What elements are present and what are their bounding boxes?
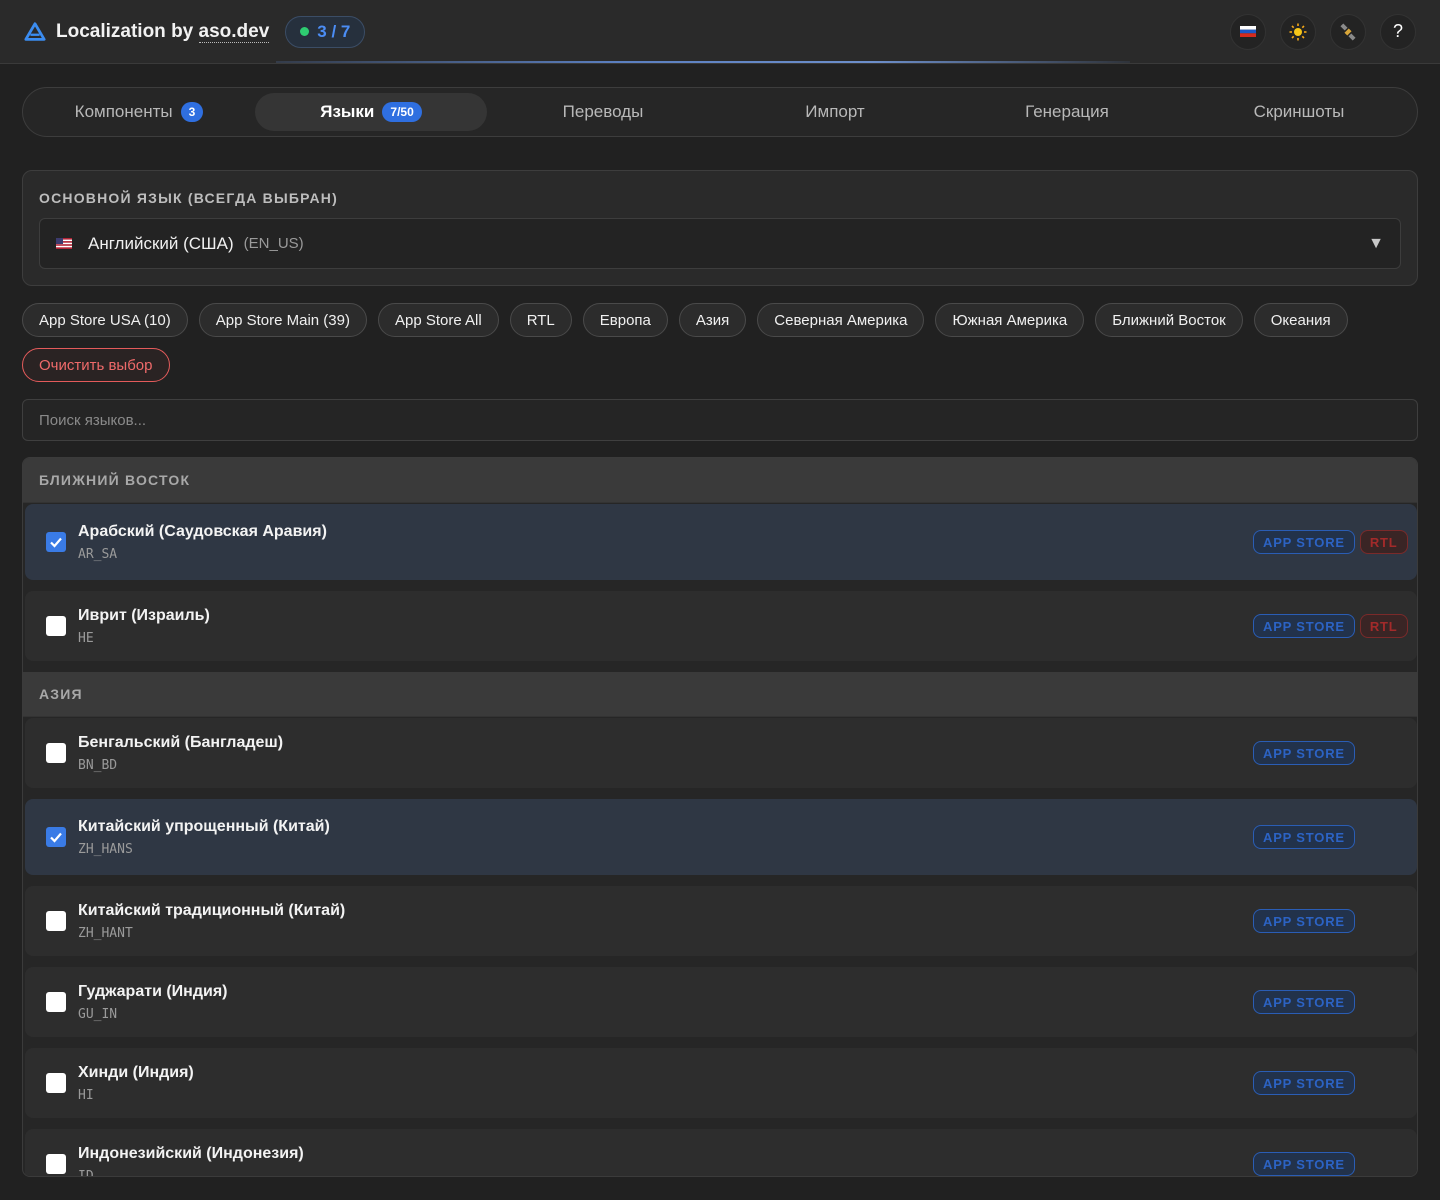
- tab-import[interactable]: Импорт: [719, 93, 951, 131]
- language-name: Иврит (Израиль): [78, 606, 210, 624]
- language-code: ID: [78, 1168, 94, 1177]
- group-header-asia: АЗИЯ: [23, 672, 1417, 717]
- language-checkbox-he[interactable]: [46, 616, 66, 636]
- app-store-badge: APP STORE: [1253, 1152, 1355, 1176]
- brand-link[interactable]: aso.dev: [198, 20, 270, 43]
- primary-language-select[interactable]: Английский (США) (EN_US) ▼: [39, 218, 1401, 269]
- chip-middle-east[interactable]: Ближний Восток: [1095, 303, 1243, 337]
- group-header-middle-east: БЛИЖНИЙ ВОСТОК: [23, 458, 1417, 503]
- app-store-badge: APP STORE: [1253, 1071, 1355, 1095]
- tab-languages[interactable]: Языки 7/50: [255, 93, 487, 131]
- language-name: Арабский (Саудовская Аравия): [78, 522, 327, 540]
- language-row-zh-hant[interactable]: Китайский традиционный (Китай) ZH_HANT A…: [25, 886, 1417, 956]
- status-dot-icon: [300, 27, 310, 36]
- tab-translations[interactable]: Переводы: [487, 93, 719, 131]
- checkmark-icon: [50, 832, 62, 843]
- language-name: Китайский традиционный (Китай): [78, 901, 346, 919]
- language-name: Гуджарати (Индия): [78, 982, 228, 1000]
- satellite-icon: [1340, 22, 1356, 41]
- language-name: Бенгальский (Бангладеш): [78, 733, 284, 751]
- satellite-button[interactable]: [1330, 13, 1366, 50]
- header-progress-line: [276, 61, 1130, 63]
- progress-status-pill: 3 / 7: [285, 15, 366, 48]
- language-row-gu-in[interactable]: Гуджарати (Индия) GU_IN APP STORE: [25, 967, 1417, 1037]
- language-row-zh-hans[interactable]: Китайский упрощенный (Китай) ZH_HANS APP…: [25, 799, 1417, 875]
- app-store-badge: APP STORE: [1253, 990, 1355, 1014]
- language-checkbox-zh-hans[interactable]: [46, 827, 66, 847]
- chip-rtl[interactable]: RTL: [509, 303, 572, 337]
- theme-toggle-button[interactable]: [1280, 13, 1316, 50]
- app-store-badge: APP STORE: [1253, 825, 1355, 849]
- chip-oceania[interactable]: Океания: [1253, 303, 1348, 337]
- tab-components[interactable]: Компоненты 3: [23, 93, 255, 131]
- language-row-hi[interactable]: Хинди (Индия) HI APP STORE: [25, 1048, 1417, 1118]
- preset-chips: App Store USA (10) App Store Main (39) A…: [22, 303, 1422, 382]
- tab-components-badge: 3: [180, 102, 204, 122]
- primary-language-name: Английский (США): [88, 233, 234, 253]
- language-code: HI: [78, 1087, 94, 1103]
- language-name: Китайский упрощенный (Китай): [78, 817, 330, 835]
- chip-south-america[interactable]: Южная Америка: [935, 303, 1085, 337]
- language-code: BN_BD: [78, 757, 118, 773]
- app-title: Localization by aso.dev: [56, 20, 270, 43]
- language-row-id[interactable]: Индонезийский (Индонезия) ID APP STORE: [25, 1129, 1417, 1177]
- chip-app-store-usa[interactable]: App Store USA (10): [22, 303, 188, 337]
- language-code: HE: [78, 630, 94, 646]
- language-checkbox-zh-hant[interactable]: [46, 911, 66, 931]
- app-header: Localization by aso.dev 3 / 7 ?: [0, 0, 1440, 64]
- chip-asia[interactable]: Азия: [678, 303, 747, 337]
- tab-languages-badge: 7/50: [382, 102, 422, 122]
- app-logo-icon: [24, 21, 46, 41]
- language-code: GU_IN: [78, 1006, 118, 1022]
- language-checkbox-bn-bd[interactable]: [46, 743, 66, 763]
- chip-north-america[interactable]: Северная Америка: [757, 303, 925, 337]
- language-list: БЛИЖНИЙ ВОСТОК Арабский (Саудовская Арав…: [22, 457, 1418, 1177]
- language-checkbox-id[interactable]: [46, 1154, 66, 1174]
- language-switch-button[interactable]: [1230, 13, 1266, 50]
- tab-screenshots[interactable]: Скриншоты: [1183, 93, 1415, 131]
- language-code: ZH_HANT: [78, 925, 133, 941]
- primary-language-panel: ОСНОВНОЙ ЯЗЫК (ВСЕГДА ВЫБРАН) Английский…: [22, 170, 1418, 286]
- language-row-he[interactable]: Иврит (Израиль) HE APP STORE RTL: [25, 591, 1417, 661]
- progress-status-text: 3 / 7: [317, 21, 351, 41]
- rtl-badge: RTL: [1359, 614, 1408, 638]
- tab-generation[interactable]: Генерация: [951, 93, 1183, 131]
- language-checkbox-hi[interactable]: [46, 1073, 66, 1093]
- tab-components-label: Компоненты: [74, 102, 173, 121]
- language-name: Индонезийский (Индонезия): [78, 1144, 304, 1162]
- dropdown-arrow-icon: ▼: [1368, 234, 1384, 252]
- app-store-badge: APP STORE: [1253, 741, 1355, 765]
- checkmark-icon: [50, 537, 62, 548]
- clear-selection-button[interactable]: Очистить выбор: [22, 348, 170, 382]
- language-search-input[interactable]: [22, 399, 1418, 441]
- chip-app-store-main[interactable]: App Store Main (39): [198, 303, 367, 337]
- app-store-badge: APP STORE: [1253, 909, 1355, 933]
- chip-europe[interactable]: Европа: [582, 303, 668, 337]
- language-checkbox-gu-in[interactable]: [46, 992, 66, 1012]
- language-row-ar-sa[interactable]: Арабский (Саудовская Аравия) AR_SA APP S…: [25, 504, 1417, 580]
- language-row-bn-bd[interactable]: Бенгальский (Бангладеш) BN_BD APP STORE: [25, 718, 1417, 788]
- primary-language-code: (EN_US): [243, 235, 304, 252]
- app-title-prefix: Localization by: [56, 20, 199, 42]
- app-store-badge: APP STORE: [1253, 614, 1355, 638]
- language-code: AR_SA: [78, 546, 118, 562]
- us-flag-icon: [56, 238, 72, 249]
- russian-flag-icon: [1240, 26, 1256, 37]
- language-checkbox-ar-sa[interactable]: [46, 532, 66, 552]
- rtl-badge: RTL: [1359, 530, 1408, 554]
- app-store-badge: APP STORE: [1253, 530, 1355, 554]
- language-name: Хинди (Индия): [78, 1063, 194, 1081]
- help-button[interactable]: ?: [1380, 13, 1416, 50]
- primary-language-title: ОСНОВНОЙ ЯЗЫК (ВСЕГДА ВЫБРАН): [39, 190, 338, 206]
- tab-languages-label: Языки: [320, 102, 375, 121]
- main-tabs: Компоненты 3 Языки 7/50 Переводы Импорт …: [22, 87, 1418, 137]
- chip-app-store-all[interactable]: App Store All: [377, 303, 499, 337]
- sun-icon: [1289, 23, 1307, 40]
- language-code: ZH_HANS: [78, 841, 133, 857]
